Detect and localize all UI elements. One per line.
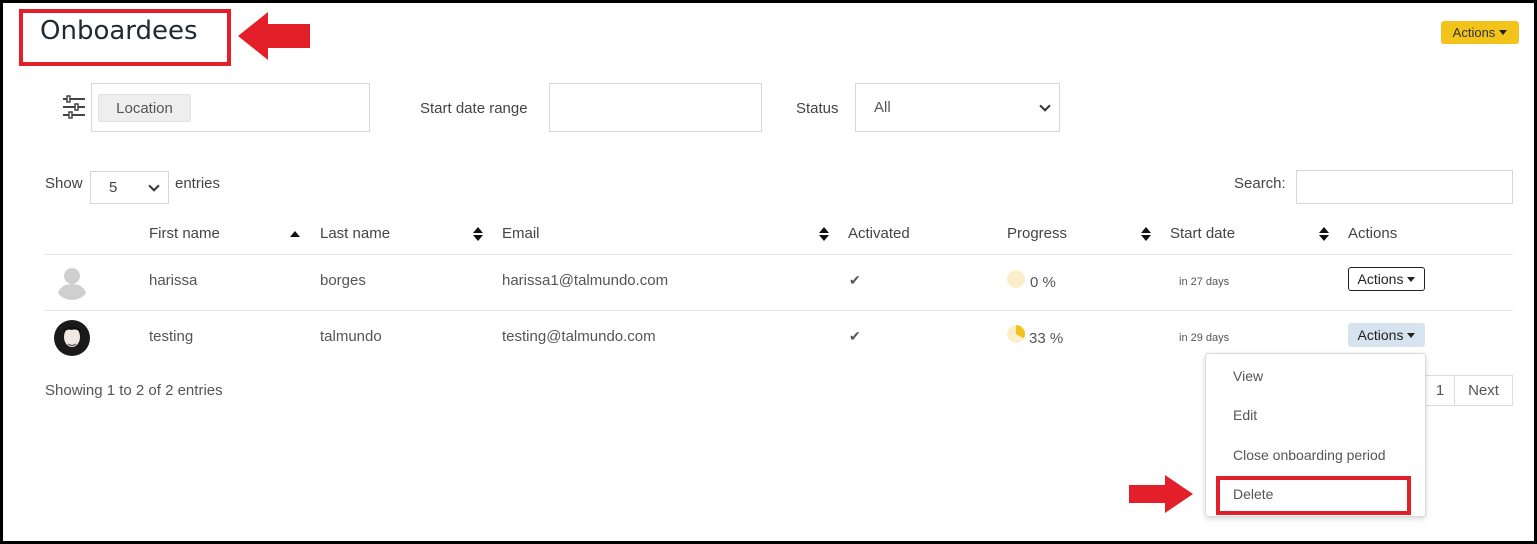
sort-ascending-icon[interactable] [290,231,300,237]
sort-icon[interactable] [1319,227,1329,241]
sort-icon[interactable] [473,227,483,241]
column-header-activated[interactable]: Activated [848,225,910,242]
top-actions-button[interactable]: Actions [1441,21,1519,44]
row-actions-button-active[interactable]: Actions [1348,323,1425,347]
caret-down-icon [1407,276,1416,282]
row-actions-button[interactable]: Actions [1348,267,1425,291]
sort-icon[interactable] [819,227,829,241]
entries-label: entries [175,175,221,192]
caret-down-icon [1499,30,1508,35]
search-input[interactable] [1296,170,1513,204]
filter-sliders-icon[interactable] [62,95,86,119]
red-arrow-icon [1129,475,1193,513]
column-header-actions: Actions [1348,225,1398,242]
start-date-range-input[interactable] [549,83,762,132]
show-label: Show [45,175,83,192]
delete-highlight-box [1216,476,1411,515]
first-name-cell: testing [149,328,194,345]
avatar [54,320,90,356]
progress-pie-icon [1007,270,1025,288]
status-select[interactable]: All [855,83,1060,132]
entries-per-page-value: 5 [109,179,118,196]
row-divider [45,310,1513,311]
search-label: Search: [1234,175,1286,192]
column-header-email[interactable]: Email [502,225,540,242]
check-icon: ✔ [849,272,861,288]
pagination-page-1[interactable]: 1 [1424,375,1455,406]
check-icon: ✔ [849,328,861,344]
table-header-divider [45,254,1513,255]
column-header-first-name[interactable]: First name [149,225,220,242]
avatar [54,264,90,300]
column-header-last-name[interactable]: Last name [320,225,390,242]
pagination-next[interactable]: Next [1454,375,1513,406]
start-date-label: Start date range [420,100,528,117]
red-arrow-icon [238,12,310,60]
column-header-start-date[interactable]: Start date [1170,225,1235,242]
location-chip[interactable]: Location [98,94,191,122]
row-actions-label: Actions [1357,271,1404,287]
table-info: Showing 1 to 2 of 2 entries [45,382,223,399]
top-actions-label: Actions [1452,25,1496,40]
last-name-cell: borges [320,272,366,289]
first-name-cell: harissa [149,272,198,289]
email-cell: harissa1@talmundo.com [502,272,669,289]
status-label: Status [796,100,839,117]
progress-cell: 0 % [1030,274,1056,291]
row-actions-label: Actions [1357,327,1404,343]
start-date-cell: in 29 days [1179,332,1230,344]
column-header-progress[interactable]: Progress [1007,225,1067,242]
dropdown-item-view[interactable]: View [1233,368,1263,384]
user-photo-icon [54,320,90,356]
dropdown-item-close-onboarding[interactable]: Close onboarding period [1233,447,1386,463]
status-value: All [874,99,891,116]
progress-pie-icon [1007,325,1025,343]
sort-icon[interactable] [1141,227,1151,241]
caret-down-icon [1407,332,1416,338]
dropdown-item-edit[interactable]: Edit [1233,407,1257,423]
start-date-cell: in 27 days [1179,276,1230,288]
progress-cell: 33 % [1029,330,1064,347]
email-cell: testing@talmundo.com [502,328,656,345]
default-user-icon [54,264,90,300]
title-highlight-box [19,9,231,66]
last-name-cell: talmundo [320,328,382,345]
